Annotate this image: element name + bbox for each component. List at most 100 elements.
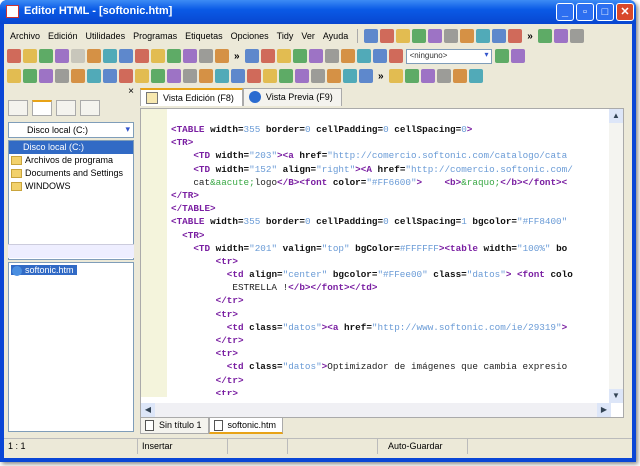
toolbar-overflow-chevron[interactable]: »: [234, 51, 240, 62]
tree-item-folder[interactable]: WINDOWS: [9, 180, 133, 193]
find-next-icon[interactable]: [263, 69, 277, 83]
help-icon[interactable]: [404, 69, 419, 83]
clock-icon[interactable]: [311, 69, 325, 83]
code-content[interactable]: <TABLE width=355 border=0 cellPadding=0 …: [171, 123, 607, 395]
drive-select[interactable]: Disco local (C:): [8, 122, 134, 138]
toolbar-overflow-chevron[interactable]: »: [527, 31, 533, 42]
menu-ayuda[interactable]: Ayuda: [319, 31, 352, 41]
folder-tree[interactable]: Disco local (C:) Archivos de programa Do…: [8, 140, 134, 260]
info-icon[interactable]: [468, 69, 483, 83]
doc-icon[interactable]: [308, 49, 323, 63]
code-editor[interactable]: <TABLE width=355 border=0 cellPadding=0 …: [140, 108, 624, 418]
horizontal-scrollbar[interactable]: ◀ ▶: [141, 403, 611, 417]
close-button[interactable]: ✕: [616, 3, 634, 21]
highlight-icon[interactable]: [343, 69, 357, 83]
menu-edición[interactable]: Edición: [44, 31, 82, 41]
save-all-icon[interactable]: [103, 49, 117, 63]
properties-icon[interactable]: [215, 49, 229, 63]
indent-icon[interactable]: [279, 69, 293, 83]
server-icon[interactable]: [388, 49, 403, 63]
menu-programas[interactable]: Programas: [129, 31, 181, 41]
menu-utilidades[interactable]: Utilidades: [82, 31, 130, 41]
folder-open-icon[interactable]: [135, 49, 149, 63]
open-remote-icon[interactable]: [55, 49, 69, 63]
font-color-icon[interactable]: [327, 69, 341, 83]
maximize-button[interactable]: □: [596, 3, 614, 21]
find-icon[interactable]: [231, 69, 245, 83]
box-icon[interactable]: [215, 69, 229, 83]
doc-tab-softonic[interactable]: softonic.htm: [208, 418, 284, 434]
print-icon[interactable]: [199, 49, 213, 63]
list-icon[interactable]: [55, 69, 69, 83]
book-icon[interactable]: [388, 69, 403, 83]
doc2-icon[interactable]: [340, 49, 355, 63]
doc-tab-untitled[interactable]: Sin título 1: [140, 418, 209, 434]
trash2-icon[interactable]: [510, 49, 525, 63]
new-template-icon[interactable]: [23, 49, 37, 63]
tag-icon[interactable]: [364, 29, 379, 43]
save-icon[interactable]: [87, 49, 101, 63]
bold-icon[interactable]: [39, 69, 53, 83]
person-icon[interactable]: [452, 69, 467, 83]
menu-archivo[interactable]: Archivo: [6, 31, 44, 41]
mail-icon[interactable]: [436, 69, 451, 83]
tab-snippets[interactable]: [8, 100, 28, 116]
print-preview-icon[interactable]: [183, 49, 197, 63]
save-disabled-icon[interactable]: [71, 49, 85, 63]
link-icon[interactable]: [396, 29, 411, 43]
align-icon[interactable]: [7, 69, 21, 83]
paragraph-icon[interactable]: [23, 69, 37, 83]
open-icon[interactable]: [39, 49, 53, 63]
menu-ver[interactable]: Ver: [297, 31, 319, 41]
tree-item-folder[interactable]: Archivos de programa: [9, 154, 133, 167]
form-icon[interactable]: [460, 29, 475, 43]
help-button[interactable]: _: [556, 3, 574, 21]
wand-icon[interactable]: [276, 49, 291, 63]
image-icon[interactable]: [428, 29, 443, 43]
tree-item-folder[interactable]: Documents and Settings: [9, 167, 133, 180]
tab-projects[interactable]: [56, 100, 76, 116]
frame-icon[interactable]: [324, 49, 339, 63]
menu-tidy[interactable]: Tidy: [273, 31, 298, 41]
bulb-icon[interactable]: [492, 29, 507, 43]
undo-icon[interactable]: [569, 29, 584, 43]
tab-tags[interactable]: [80, 100, 100, 116]
style-select[interactable]: <ninguno>: [405, 48, 492, 64]
minimize-button[interactable]: ▫: [576, 3, 594, 21]
code-icon[interactable]: [508, 29, 523, 43]
frame-icon[interactable]: [537, 29, 552, 43]
smiley-icon[interactable]: [103, 69, 117, 83]
edit-icon[interactable]: [87, 69, 101, 83]
tool-icon[interactable]: [553, 29, 568, 43]
comment-icon[interactable]: [71, 69, 85, 83]
outdent-icon[interactable]: [295, 69, 309, 83]
wand-icon[interactable]: [380, 29, 395, 43]
mail-icon[interactable]: [412, 29, 427, 43]
lock-icon[interactable]: [356, 49, 371, 63]
tab-explorer[interactable]: [32, 100, 52, 116]
trash-icon[interactable]: [494, 49, 509, 63]
panel-close-button[interactable]: ×: [128, 86, 134, 97]
replace-icon[interactable]: [247, 69, 261, 83]
vertical-scrollbar[interactable]: ▲ ▼: [609, 109, 623, 403]
print-setup-icon[interactable]: [167, 49, 181, 63]
redo-icon[interactable]: [135, 69, 149, 83]
scroll-left-arrow[interactable]: ◀: [141, 403, 155, 417]
copy-icon[interactable]: [151, 49, 165, 63]
table-icon[interactable]: [444, 29, 459, 43]
image-icon[interactable]: [292, 49, 307, 63]
paste-icon[interactable]: [183, 69, 197, 83]
globe-icon[interactable]: [372, 49, 387, 63]
tree-item-drive[interactable]: Disco local (C:): [9, 141, 133, 154]
person-icon[interactable]: [260, 49, 275, 63]
copy-icon[interactable]: [167, 69, 181, 83]
scroll-up-arrow[interactable]: ▲: [609, 109, 623, 123]
scroll-right-arrow[interactable]: ▶: [597, 403, 611, 417]
scroll-down-arrow[interactable]: ▼: [609, 389, 623, 403]
check-icon[interactable]: [476, 29, 491, 43]
folder-icon[interactable]: [119, 49, 133, 63]
tab-preview[interactable]: Vista Previa (F9): [242, 88, 342, 106]
clear-format-icon[interactable]: [359, 69, 373, 83]
page-icon[interactable]: [244, 49, 259, 63]
tree-horizontal-scrollbar[interactable]: [8, 244, 134, 258]
